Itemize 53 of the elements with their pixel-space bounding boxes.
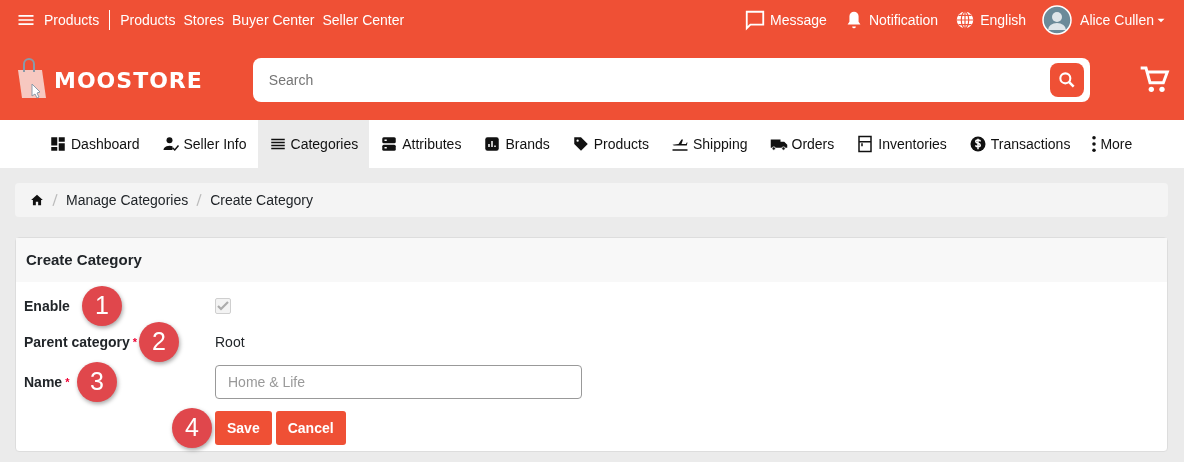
message-icon [744, 9, 767, 31]
nav-tab[interactable]: Shipping [660, 120, 759, 168]
tag-icon [571, 135, 590, 153]
top-link[interactable]: Seller Center [322, 9, 405, 31]
callout-marker: 4 [172, 408, 212, 448]
save-button[interactable]: Save [215, 411, 272, 445]
nav-tab[interactable]: Orders [758, 120, 846, 168]
top-action-link[interactable]: Message [770, 9, 827, 31]
nav-tab[interactable]: More [1081, 120, 1144, 168]
nav-tab[interactable]: Brands [472, 120, 561, 168]
field-value: Root [215, 332, 245, 352]
breadcrumb-current: Create Category [210, 190, 313, 210]
nav-tab[interactable]: Seller Info [150, 120, 258, 168]
top-link[interactable]: Stores [183, 9, 224, 31]
user-menu[interactable]: Alice Cullen [1080, 9, 1154, 31]
top-link[interactable]: Products [120, 9, 176, 31]
breadcrumb-link[interactable]: Manage Categories [66, 189, 189, 211]
search-icon [1057, 70, 1077, 90]
user-check-icon [161, 135, 180, 153]
card-title: Create Category [26, 249, 142, 270]
callout-marker: 1 [82, 286, 122, 326]
top-link[interactable]: Buyer Center [231, 9, 315, 31]
top-action-link[interactable]: Notification [868, 9, 939, 31]
dollar-icon [968, 135, 987, 153]
callout-marker: 3 [77, 362, 117, 402]
nav-tab[interactable]: Dashboard [38, 120, 151, 168]
more-icon [1092, 136, 1097, 152]
logo: MOOSTORE [54, 66, 203, 95]
home-icon [30, 193, 44, 207]
dashboard-icon [49, 135, 67, 153]
search-field[interactable]: Search [252, 58, 1090, 102]
field-label: Enable [24, 296, 70, 316]
callout-marker: 2 [139, 322, 179, 362]
nav-tab[interactable]: Products [560, 120, 660, 168]
required-mark: * [65, 374, 70, 390]
breadcrumb-separator [196, 194, 203, 206]
search-button[interactable] [1050, 63, 1084, 97]
nav-tab[interactable]: Inventories [845, 120, 958, 168]
required-mark: * [132, 334, 138, 350]
cancel-button[interactable]: Cancel [275, 411, 346, 445]
home-link[interactable] [30, 193, 44, 207]
nav-tab[interactable]: Attributes [369, 120, 473, 168]
chart-icon [483, 135, 502, 153]
nav-tab[interactable]: Transactions [957, 120, 1082, 168]
cabinet-icon [856, 135, 875, 153]
breadcrumb-separator [52, 194, 58, 206]
top-action-link[interactable]: English [980, 9, 1027, 31]
nav-tab[interactable]: Categories [257, 120, 370, 168]
menu-link[interactable]: Products [44, 9, 100, 31]
field-label: Name [24, 372, 63, 392]
avatar-icon [1042, 5, 1073, 35]
field-label: Parent category [24, 332, 130, 352]
storage-icon [380, 135, 399, 153]
